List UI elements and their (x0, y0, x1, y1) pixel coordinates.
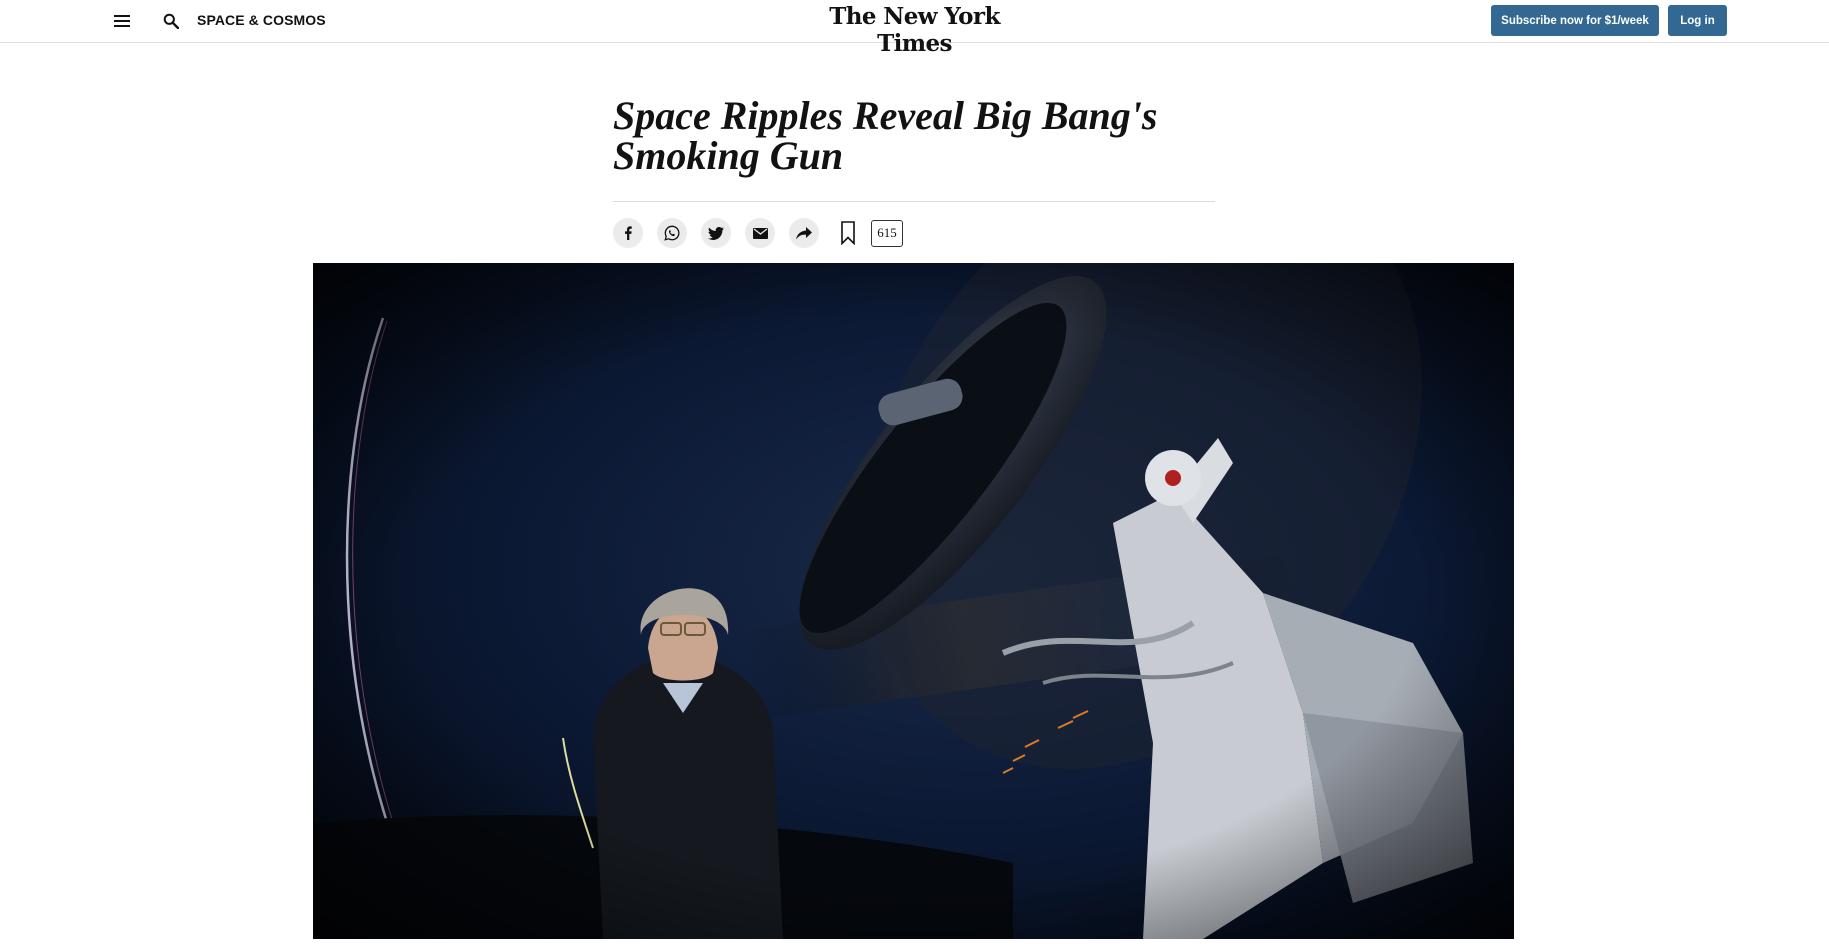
lead-photo (313, 263, 1514, 939)
menu-button[interactable] (111, 10, 133, 32)
share-toolbar: 615 (613, 218, 903, 248)
headline-divider (613, 201, 1215, 202)
save-bookmark-button[interactable] (837, 218, 859, 248)
article-headline: Space Ripples Reveal Big Bang's Smoking … (613, 93, 1158, 178)
share-email-button[interactable] (745, 218, 775, 248)
subscribe-button[interactable]: Subscribe now for $1/week (1491, 5, 1659, 36)
section-link[interactable]: SPACE & COSMOS (197, 12, 326, 28)
share-icon (796, 226, 812, 239)
login-button[interactable]: Log in (1668, 5, 1727, 36)
facebook-icon (625, 226, 632, 240)
share-whatsapp-button[interactable] (657, 218, 687, 248)
search-icon (163, 13, 179, 29)
site-logo[interactable]: The New York Times (805, 3, 1025, 57)
telescope-photo-illustration (313, 263, 1514, 939)
share-twitter-button[interactable] (701, 218, 731, 248)
top-navigation-bar: SPACE & COSMOS The New York Times Subscr… (0, 0, 1829, 57)
whatsapp-icon (664, 225, 680, 241)
share-facebook-button[interactable] (613, 218, 643, 248)
email-icon (752, 227, 768, 239)
twitter-icon (708, 226, 724, 240)
comments-count-button[interactable]: 615 (871, 219, 903, 247)
bookmark-icon (841, 221, 855, 245)
search-button[interactable] (160, 10, 182, 32)
share-more-button[interactable] (789, 218, 819, 248)
menu-icon (114, 15, 130, 27)
